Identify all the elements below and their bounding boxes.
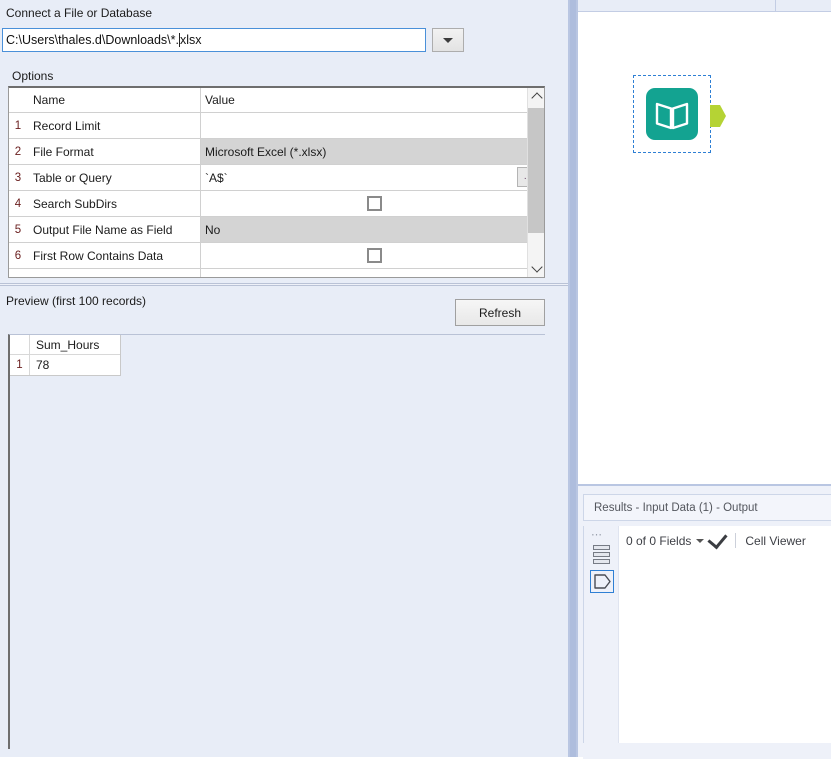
toolbar-separator [735, 533, 737, 548]
vertical-splitter[interactable] [568, 0, 578, 757]
preview-table-row[interactable]: 1 78 [10, 355, 120, 375]
row-name: File Format [27, 139, 201, 164]
row-value-record-limit[interactable] [201, 113, 544, 138]
panel-divider [0, 283, 568, 286]
tag-pentagon-icon[interactable] [590, 570, 614, 593]
input-data-config-panel: Connect a File or Database C:\Users\thal… [0, 0, 568, 757]
file-format-selected-value: Microsoft Excel (*.xlsx) [205, 144, 327, 159]
search-subdirs-checkbox[interactable] [367, 196, 382, 211]
options-row-output-file-name-as-field[interactable]: 5 Output File Name as Field No [9, 217, 544, 243]
row-name: Output File Name as Field [27, 217, 201, 242]
row-name: Table or Query [27, 165, 201, 190]
options-grid-scrollbar[interactable] [527, 88, 544, 277]
options-label: Options [12, 69, 54, 83]
preview-row-number: 1 [10, 355, 30, 375]
chevron-down-icon [530, 261, 543, 273]
results-tab[interactable]: Results - Input Data (1) - Output [583, 494, 831, 521]
chevron-up-icon [530, 92, 543, 104]
first-row-contains-data-checkbox[interactable] [367, 248, 382, 263]
options-row-first-row-contains-data[interactable]: 6 First Row Contains Data [9, 243, 544, 269]
row-name: Record Limit [27, 113, 201, 138]
caret-down-icon[interactable] [696, 538, 705, 543]
output-file-name-selected-value: No [205, 222, 221, 237]
row-number: 3 [9, 165, 27, 190]
row-name [27, 269, 201, 277]
scroll-up-button[interactable] [528, 88, 544, 105]
file-path-dropdown-button[interactable] [432, 28, 464, 52]
results-toolbar: 0 of 0 Fields Cell Viewer [619, 526, 831, 555]
connect-file-label: Connect a File or Database [6, 6, 153, 20]
results-data-area[interactable] [619, 555, 831, 743]
results-panel: Results - Input Data (1) - Output ⋯ 0 of… [578, 484, 831, 759]
table-or-query-value: `A$` [205, 170, 228, 185]
row-value[interactable] [201, 269, 544, 277]
options-row-file-format[interactable]: 2 File Format Microsoft Excel (*.xlsx) [9, 139, 544, 165]
file-path-value-tail: xlsx [180, 33, 202, 47]
overflow-dots-icon[interactable]: ⋯ [591, 530, 604, 541]
fields-count-label[interactable]: 0 of 0 Fields [626, 534, 691, 548]
row-number: 2 [9, 139, 27, 164]
row-number: 5 [9, 217, 27, 242]
options-row-partial[interactable] [9, 269, 544, 277]
header-name: Name [27, 88, 201, 112]
preview-header-corner [10, 335, 30, 355]
options-grid: Name Value 1 Record Limit 2 File Format … [8, 86, 545, 278]
row-name: Search SubDirs [27, 191, 201, 216]
results-sidebar: ⋯ [584, 526, 619, 743]
preview-table: Sum_Hours 1 78 [10, 335, 121, 376]
tab-divider [775, 0, 776, 12]
options-row-search-subdirs[interactable]: 4 Search SubDirs [9, 191, 544, 217]
cell-viewer-button[interactable]: Cell Viewer [745, 534, 805, 548]
open-book-icon [646, 88, 698, 140]
preview-cell[interactable]: 78 [30, 355, 120, 375]
row-name: First Row Contains Data [27, 243, 201, 268]
header-num [9, 88, 27, 112]
preview-column-header[interactable]: Sum_Hours [30, 335, 120, 355]
scrollbar-thumb[interactable] [528, 108, 544, 233]
options-grid-header: Name Value [9, 88, 544, 113]
row-number [9, 269, 27, 277]
tool-output-anchor[interactable] [710, 104, 727, 128]
data-layers-icon[interactable] [593, 545, 610, 565]
row-value-table-or-query[interactable]: `A$` ... [201, 165, 544, 190]
workflow-tab-strip[interactable] [578, 0, 831, 12]
row-value-search-subdirs[interactable] [201, 191, 544, 216]
chevron-down-icon [443, 37, 453, 43]
file-path-value: C:\Users\thales.d\Downloads\*. [6, 33, 179, 47]
preview-header-row: Sum_Hours [10, 335, 120, 355]
preview-grid[interactable]: Sum_Hours 1 78 [8, 334, 545, 749]
preview-label: Preview (first 100 records) [6, 294, 147, 308]
row-number: 1 [9, 113, 27, 138]
file-path-input[interactable]: C:\Users\thales.d\Downloads\*. xlsx [2, 28, 426, 52]
refresh-button[interactable]: Refresh [455, 299, 545, 326]
checkmark-icon[interactable] [707, 528, 728, 550]
workflow-canvas[interactable] [578, 13, 831, 483]
input-data-tool-node[interactable] [633, 75, 726, 153]
row-value-first-row-contains-data[interactable] [201, 243, 544, 268]
row-value-file-format[interactable]: Microsoft Excel (*.xlsx) [201, 139, 544, 164]
row-number: 6 [9, 243, 27, 268]
options-row-record-limit[interactable]: 1 Record Limit [9, 113, 544, 139]
scroll-down-button[interactable] [528, 260, 544, 277]
options-row-table-or-query[interactable]: 3 Table or Query `A$` ... [9, 165, 544, 191]
header-value: Value [201, 88, 544, 112]
row-number: 4 [9, 191, 27, 216]
results-body: ⋯ 0 of 0 Fields Cell Viewer [583, 526, 831, 743]
row-value-output-file-name-as-field[interactable]: No [201, 217, 544, 242]
